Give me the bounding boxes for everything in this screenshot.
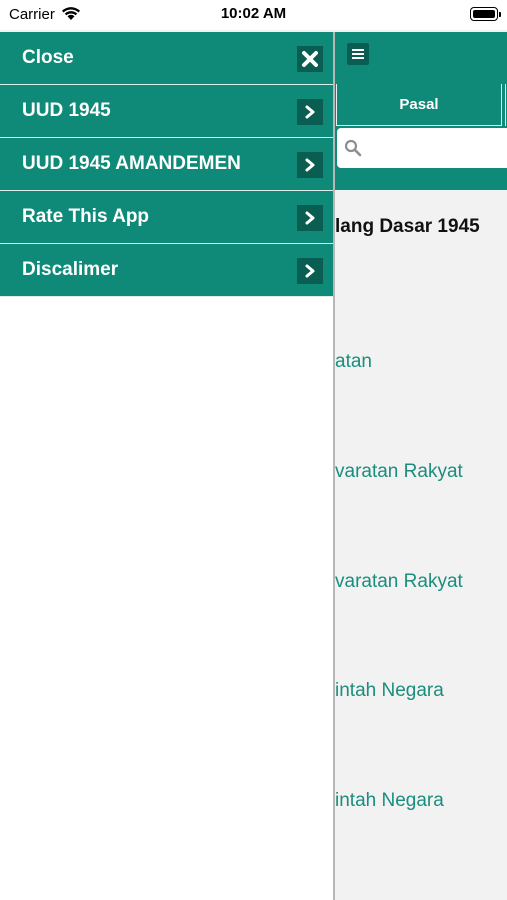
drawer-item-disclaimer[interactable]: Discalimer — [0, 244, 333, 297]
clock: 10:02 AM — [220, 5, 287, 22]
chevron-right-icon — [297, 99, 323, 125]
close-icon[interactable] — [297, 46, 323, 72]
drawer-item-label: Discalimer — [22, 259, 119, 280]
search-input[interactable] — [337, 128, 507, 168]
hamburger-icon[interactable] — [347, 43, 369, 65]
drawer-item-label: UUD 1945 AMANDEMEN — [22, 153, 241, 174]
list-item-4[interactable]: intah Negara — [335, 680, 507, 702]
drawer-item-label: Rate This App — [22, 206, 150, 227]
drawer-item-label: Close — [22, 47, 74, 68]
list-item-2[interactable]: varatan Rakyat — [335, 461, 507, 483]
page-title: lang Dasar 1945 — [335, 216, 480, 237]
battery-icon — [470, 7, 501, 21]
app-screen: Carrier 10:02 AM Pasal lang Dasar 1945 a… — [0, 0, 507, 900]
drawer-item-close[interactable]: Close — [0, 32, 333, 85]
chevron-right-icon — [297, 205, 323, 231]
drawer-item-uud-1945[interactable]: UUD 1945 — [0, 85, 333, 138]
status-bar: Carrier 10:02 AM — [0, 0, 507, 30]
search-bar — [335, 128, 507, 190]
tab-pasal[interactable]: Pasal — [336, 84, 502, 126]
list-item-1[interactable]: atan — [335, 351, 507, 373]
tab-bar: Pasal — [335, 80, 507, 128]
drawer-item-rate-app[interactable]: Rate This App — [0, 191, 333, 244]
search-icon — [344, 139, 362, 157]
drawer-item-uud-1945-amandemen[interactable]: UUD 1945 AMANDEMEN — [0, 138, 333, 191]
main-header — [335, 32, 507, 80]
chevron-right-icon — [297, 152, 323, 178]
side-drawer: Close UUD 1945 UUD 1945 AMANDEMEN Rate T… — [0, 32, 335, 900]
drawer-item-label: UUD 1945 — [22, 100, 111, 121]
chevron-right-icon — [297, 258, 323, 284]
list-item-3[interactable]: varatan Rakyat — [335, 571, 507, 593]
list-item-5[interactable]: intah Negara — [335, 790, 507, 812]
